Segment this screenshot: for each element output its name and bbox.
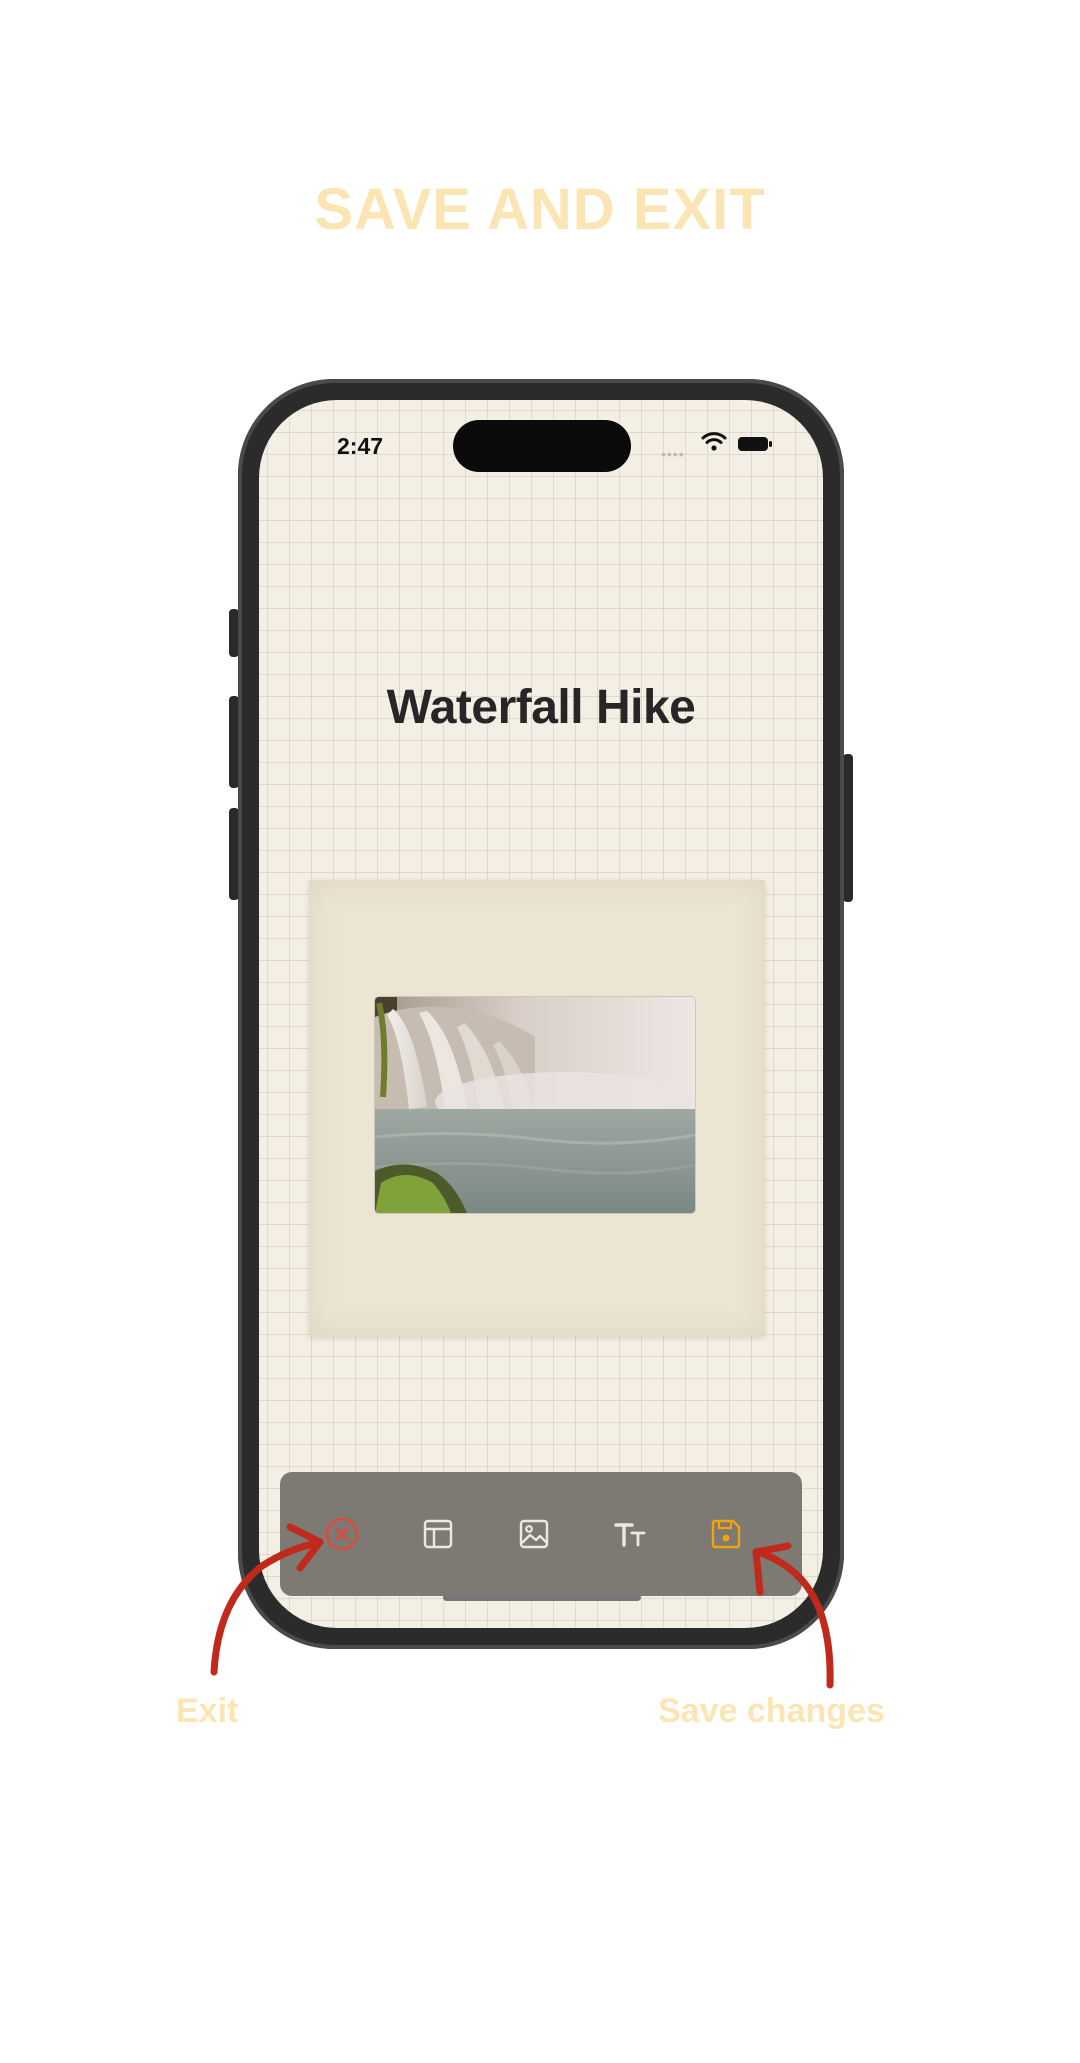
wifi-icon xyxy=(701,432,727,451)
battery-icon xyxy=(738,437,772,451)
photo-mount[interactable] xyxy=(309,880,765,1336)
exit-button[interactable] xyxy=(322,1514,362,1554)
waterfall-photo[interactable] xyxy=(375,997,695,1213)
text-size-icon xyxy=(614,1523,646,1547)
layout-icon xyxy=(423,1519,453,1549)
image-icon xyxy=(519,1519,549,1549)
add-image-button[interactable] xyxy=(514,1514,554,1554)
phone-screen: 2:47 •••• Waterfall Hike xyxy=(259,400,823,1628)
page-title: Waterfall Hike xyxy=(386,681,696,734)
edit-toolbar xyxy=(280,1472,802,1596)
dynamic-island xyxy=(453,420,631,472)
close-circle-icon xyxy=(325,1517,359,1551)
home-indicator xyxy=(443,1594,641,1601)
cellular-signal-icon: •••• xyxy=(661,446,685,462)
hero-title: SAVE AND EXIT xyxy=(314,177,766,242)
phone-frame: 2:47 •••• Waterfall Hike xyxy=(238,379,844,1649)
add-text-button[interactable] xyxy=(610,1514,650,1554)
layout-button[interactable] xyxy=(418,1514,458,1554)
exit-label: Exit xyxy=(176,1692,239,1730)
save-icon xyxy=(711,1519,741,1549)
status-time: 2:47 xyxy=(337,433,384,459)
save-changes-label: Save changes xyxy=(658,1692,885,1730)
save-button[interactable] xyxy=(706,1514,746,1554)
power-button xyxy=(843,754,853,902)
